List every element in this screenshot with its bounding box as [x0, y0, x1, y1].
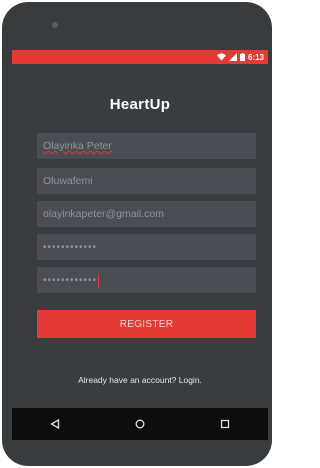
phone-frame: 6:13 HeartUp Olayinka Peter Oluwafemi ol…	[2, 2, 272, 466]
email-value: olayinkapeter@gmail.com	[43, 208, 164, 220]
recents-icon	[221, 419, 230, 429]
status-time: 6:13	[247, 52, 264, 62]
back-icon	[49, 419, 59, 429]
password-input[interactable]: ••••••••••••	[37, 234, 256, 260]
wifi-icon	[216, 53, 226, 61]
back-button[interactable]	[43, 414, 67, 434]
email-input[interactable]: olayinkapeter@gmail.com	[37, 201, 256, 227]
status-bar: 6:13	[12, 50, 268, 64]
signal-icon	[228, 53, 237, 61]
front-camera	[52, 22, 58, 28]
last-name-value: Oluwafemi	[43, 175, 93, 187]
app-screen: 6:13 HeartUp Olayinka Peter Oluwafemi ol…	[12, 50, 268, 440]
text-cursor	[98, 273, 100, 287]
home-icon	[135, 419, 145, 429]
app-title: HeartUp	[109, 96, 171, 113]
register-button[interactable]: REGISTER	[37, 310, 256, 338]
battery-icon	[239, 53, 245, 61]
last-name-input[interactable]: Oluwafemi	[37, 168, 256, 194]
confirm-password-input[interactable]: ••••••••••••	[37, 267, 256, 293]
android-nav-bar	[12, 408, 268, 440]
login-link[interactable]: Already have an account? Login.	[12, 375, 268, 385]
recents-button[interactable]	[213, 414, 237, 434]
confirm-password-value: ••••••••••••	[43, 274, 98, 286]
first-name-value: Olayinka Peter	[43, 140, 112, 152]
home-button[interactable]	[128, 414, 152, 434]
first-name-input[interactable]: Olayinka Peter	[37, 133, 256, 159]
password-value: ••••••••••••	[43, 241, 98, 253]
